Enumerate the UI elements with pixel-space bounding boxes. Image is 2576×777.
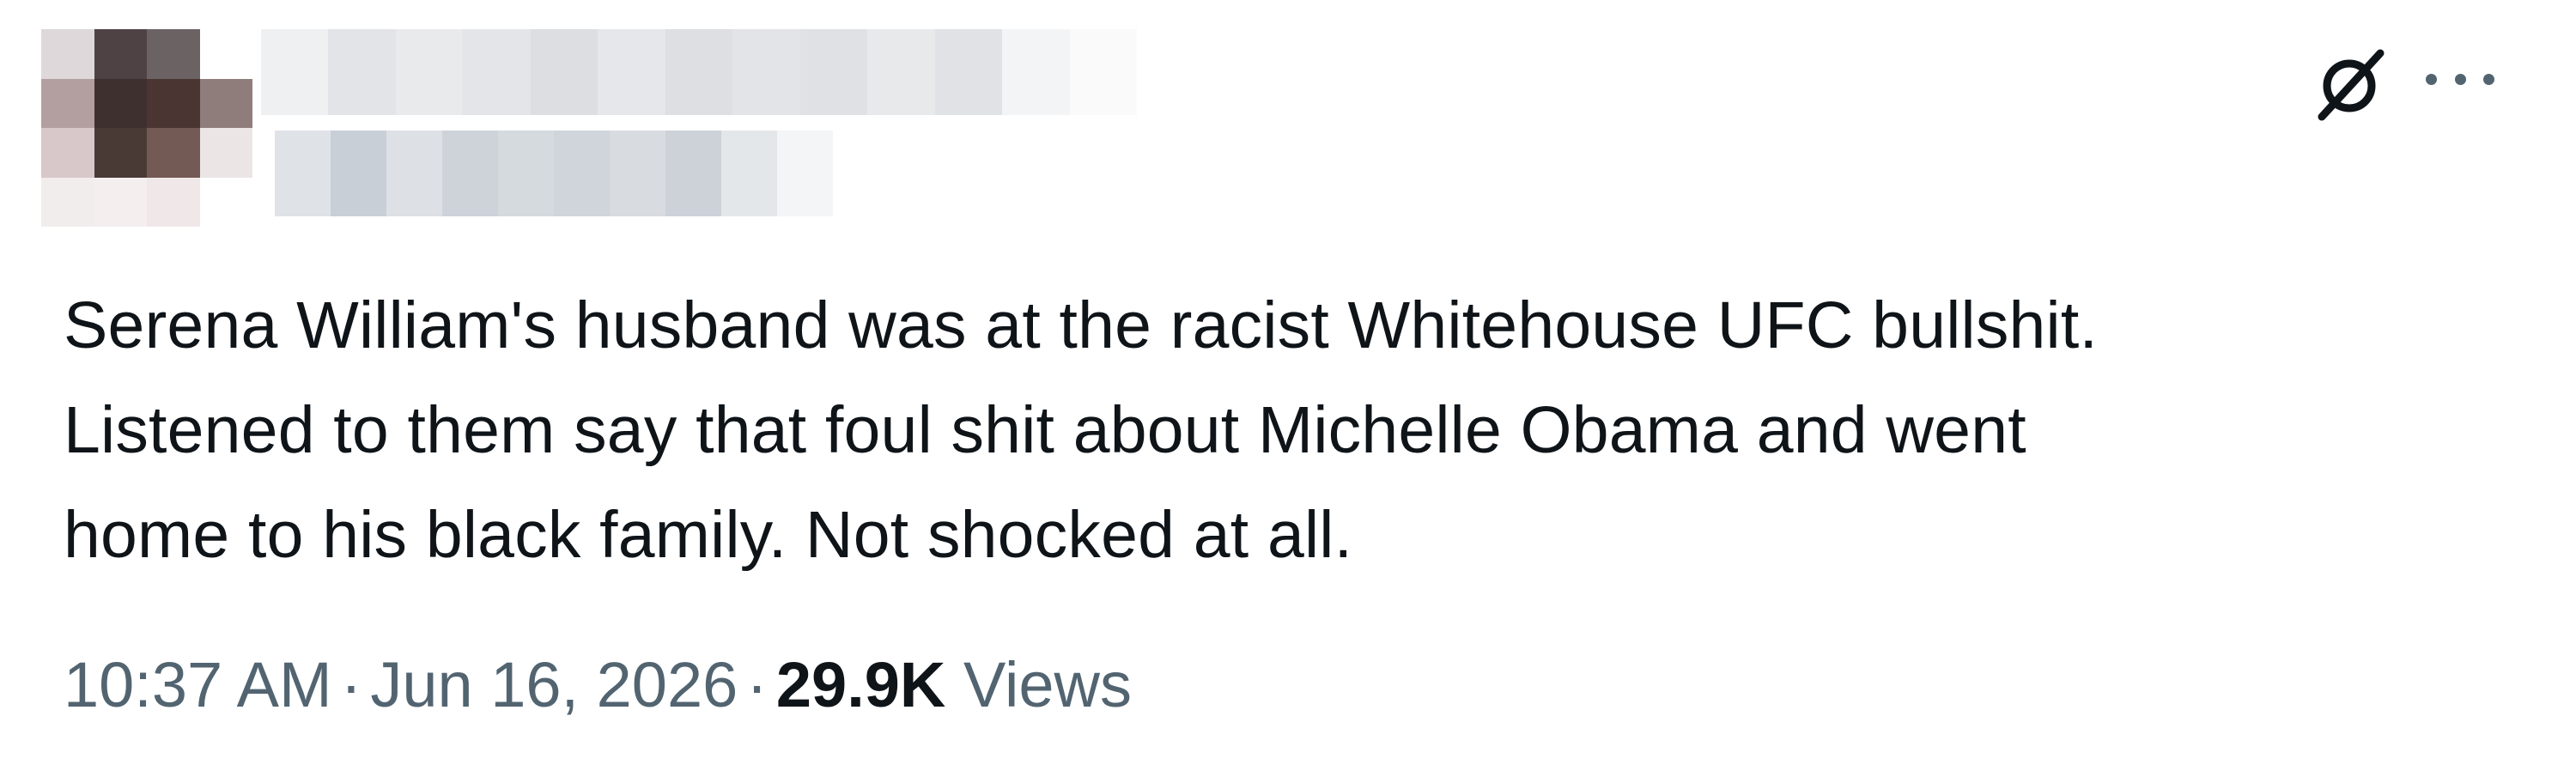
tweet-date: Jun 16, 2026 — [370, 649, 738, 720]
more-dot — [2454, 73, 2466, 85]
more-options-icon[interactable] — [2426, 53, 2494, 105]
meta-separator: · — [746, 649, 768, 720]
tweet-meta: 10:37 AM · Jun 16, 2026 · 29.9K Views — [64, 646, 1132, 724]
tweet-text-line: Listened to them say that foul shit abou… — [64, 393, 2026, 467]
tweet-timestamp-link[interactable]: 10:37 AM · Jun 16, 2026 — [64, 649, 738, 720]
views-label[interactable]: Views — [963, 649, 1132, 720]
author-handle[interactable] — [275, 131, 833, 216]
author-display-name[interactable] — [261, 29, 1138, 115]
avatar[interactable] — [41, 29, 252, 227]
tweet: Serena William's husband was at the raci… — [0, 0, 2576, 777]
tweet-time: 10:37 AM — [64, 649, 332, 720]
tweet-text-line: home to his black family. Not shocked at… — [64, 498, 1353, 572]
grok-icon[interactable] — [2310, 43, 2392, 125]
more-dot — [2426, 73, 2437, 85]
more-dot — [2483, 73, 2494, 85]
tweet-text-line: Serena William's husband was at the raci… — [64, 288, 2099, 362]
meta-separator: · — [340, 649, 362, 720]
tweet-text: Serena William's husband was at the raci… — [64, 273, 2433, 587]
views-count: 29.9K — [775, 649, 946, 720]
